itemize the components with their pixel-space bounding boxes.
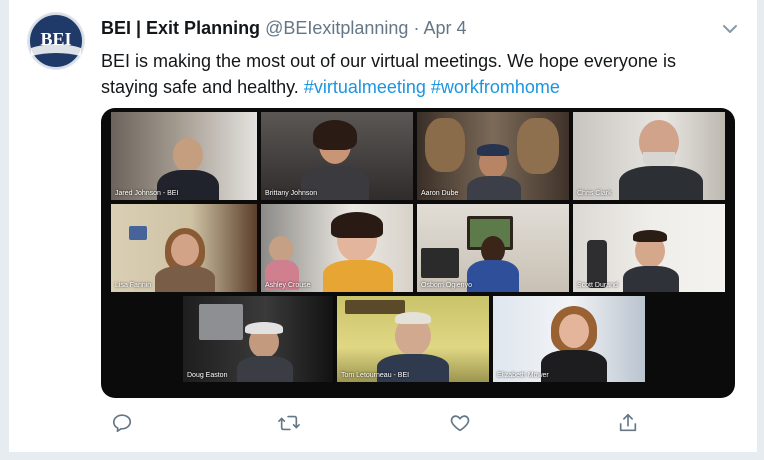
video-tile: Aaron Dube [417,112,569,200]
participant-name: Tom Letourneau - BEI [341,372,410,379]
tweet-card[interactable]: BEI BEI | Exit Planning @BEIexitplanning… [8,0,758,452]
video-tile: Osborn Ogienyo [417,204,569,292]
retweet-icon[interactable] [277,412,303,438]
tweet-header: BEI | Exit Planning @BEIexitplanning · A… [101,18,737,42]
tweet-actions [101,412,721,440]
chevron-down-icon[interactable] [721,20,739,38]
participant-name: Ashley Crouse [265,282,311,289]
hashtag-workfromhome[interactable]: #workfromhome [431,77,560,97]
video-tile: Scott Durand [573,204,725,292]
tweet-text: BEI is making the most out of our virtua… [101,48,721,100]
avatar-logo-text: BEI [40,29,71,49]
participant-name: Osborn Ogienyo [421,282,472,289]
bei-logo-icon: BEI [28,13,84,69]
participant-name: Chris Clark [577,190,612,197]
video-tile: Brittany Johnson [261,112,413,200]
reply-icon[interactable] [111,412,137,438]
participant-name: Brittany Johnson [265,190,318,197]
video-tile-active-speaker: Lisa Fannin [111,204,257,292]
participant-name: Elizabeth Mower [497,372,549,379]
participant-name: Jared Johnson - BEI [115,190,179,197]
separator-dot: · [413,18,420,38]
participant-name: Aaron Dube [421,190,459,197]
avatar[interactable]: BEI [27,12,85,70]
tweet-date[interactable]: Apr 4 [423,18,466,38]
user-handle[interactable]: @BEIexitplanning [265,18,408,38]
video-tile: Elizabeth Mower [493,296,645,382]
hashtag-virtualmeeting[interactable]: #virtualmeeting [304,77,426,97]
video-tile: Doug Easton [183,296,333,382]
participant-name: Lisa Fannin [115,282,152,289]
participant-name: Scott Durand [577,282,618,289]
video-tile: Tom Letourneau - BEI [337,296,489,382]
tweet-media-image[interactable]: Jared Johnson - BEI Brittany Johnson Aar… [101,108,735,398]
display-name[interactable]: BEI | Exit Planning [101,18,260,38]
heart-icon[interactable] [449,412,475,438]
share-icon[interactable] [617,412,643,438]
participant-name: Doug Easton [187,372,228,379]
video-tile: Ashley Crouse [261,204,413,292]
video-tile: Jared Johnson - BEI [111,112,257,200]
video-tile: Chris Clark [573,112,725,200]
